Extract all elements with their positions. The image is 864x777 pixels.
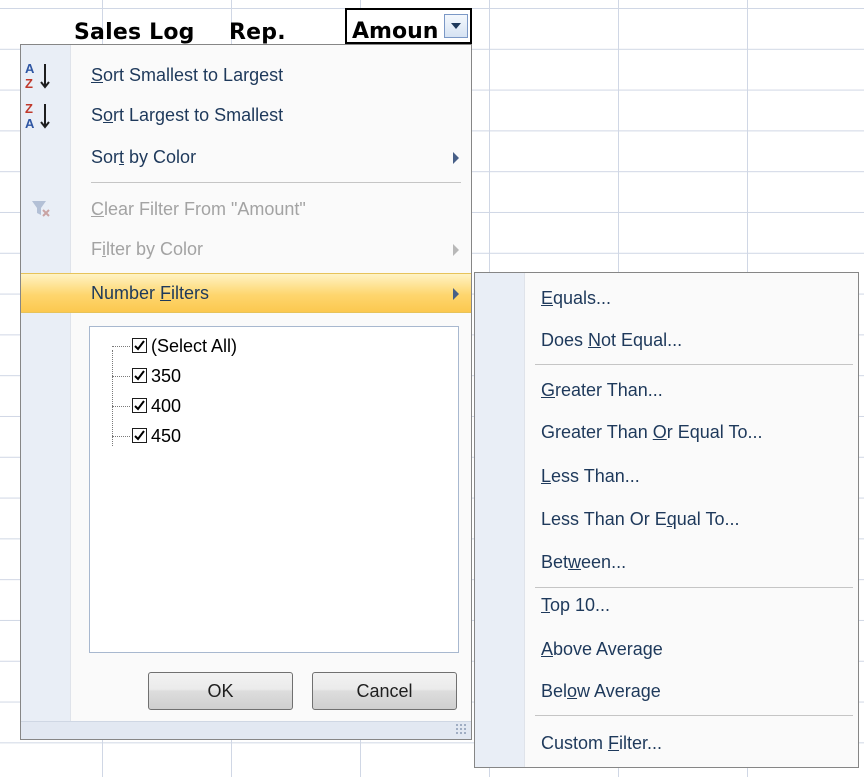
submenu-item-greater-than-or-equal[interactable]: Greater Than Or Equal To... [541,422,762,443]
check-icon [134,430,145,441]
check-icon [134,370,145,381]
sort-asc-label: Sort Smallest to Largest [91,65,284,85]
submenu-item-less-than[interactable]: Less Than... [541,466,640,487]
submenu-icon-column [475,273,525,767]
checklist-label: 400 [151,396,182,416]
ok-button[interactable]: OK [148,672,293,710]
svg-text:Z: Z [25,76,33,91]
submenu-arrow-icon [453,244,459,256]
header-cell-amount-label: Amoun [352,19,439,44]
submenu-item-does-not-equal[interactable]: Does Not Equal... [541,330,682,351]
checklist-label: 450 [151,426,182,446]
submenu-item-custom-filter[interactable]: Custom Filter... [541,733,662,754]
submenu-item-less-than-or-equal[interactable]: Less Than Or Equal To... [541,509,739,530]
filter-by-color-label: Filter by Color [91,239,204,259]
submenu-item-below-average[interactable]: Below Average [541,681,661,702]
check-icon [134,400,145,411]
submenu-arrow-icon [453,288,459,300]
checkbox[interactable] [132,398,147,413]
submenu-separator [535,364,853,365]
header-cell-rep[interactable]: Rep. [229,20,286,45]
number-filters-label: Number Filters [91,283,210,303]
cancel-button[interactable]: Cancel [312,672,457,710]
submenu-item-top-10[interactable]: Top 10... [541,595,610,616]
tree-line [112,406,130,407]
menu-item-sort-by-color[interactable]: Sort by Color [21,138,471,178]
menu-item-filter-by-color: Filter by Color [21,230,471,270]
check-icon [134,340,145,351]
submenu-item-greater-than[interactable]: Greater Than... [541,380,663,401]
sort-by-color-label: Sort by Color [91,147,197,167]
checkbox[interactable] [132,368,147,383]
sort-desc-label: Sort Largest to Smallest [91,105,284,125]
menu-footer [21,721,471,739]
svg-text:A: A [25,61,35,76]
tree-line [112,350,113,446]
menu-separator [91,182,461,183]
submenu-arrow-icon [453,152,459,164]
filter-dropdown-button[interactable] [444,14,468,38]
number-filters-submenu: Equals... Does Not Equal... Greater Than… [474,272,859,768]
autofilter-menu: A Z Sort Smallest to Largest Z A Sort La… [20,44,472,740]
svg-text:Z: Z [25,101,33,116]
checkbox[interactable] [132,428,147,443]
sort-descending-icon: Z A [25,101,50,131]
sort-ascending-icon: A Z [25,61,50,91]
svg-text:A: A [25,116,35,131]
menu-item-sort-largest-to-smallest[interactable]: Z A Sort Largest to Smallest [21,96,471,136]
resize-grip-icon[interactable] [455,723,467,735]
tree-line [112,376,130,377]
header-cell-amount[interactable]: Amoun [345,8,472,44]
menu-item-number-filters[interactable]: Number Filters [21,273,471,313]
header-cell-sales-log[interactable]: Sales Log [74,20,195,45]
value-checklist: (Select All) 350 400 450 [89,326,459,653]
submenu-separator [535,715,853,716]
menu-item-sort-smallest-to-largest[interactable]: A Z Sort Smallest to Largest [21,56,471,96]
clear-filter-label: Clear Filter From "Amount" [91,199,306,219]
submenu-item-above-average[interactable]: Above Average [541,639,663,660]
chevron-down-icon [451,23,461,29]
tree-line [112,346,130,347]
clear-filter-icon [32,201,50,217]
submenu-item-equals[interactable]: Equals... [541,288,611,309]
menu-item-clear-filter: Clear Filter From "Amount" [21,190,471,230]
checklist-label: 350 [151,366,182,386]
submenu-item-between[interactable]: Between... [541,552,626,573]
checklist-label: (Select All) [151,336,238,356]
submenu-separator [535,587,853,588]
checkbox[interactable] [132,338,147,353]
tree-line [112,436,130,437]
